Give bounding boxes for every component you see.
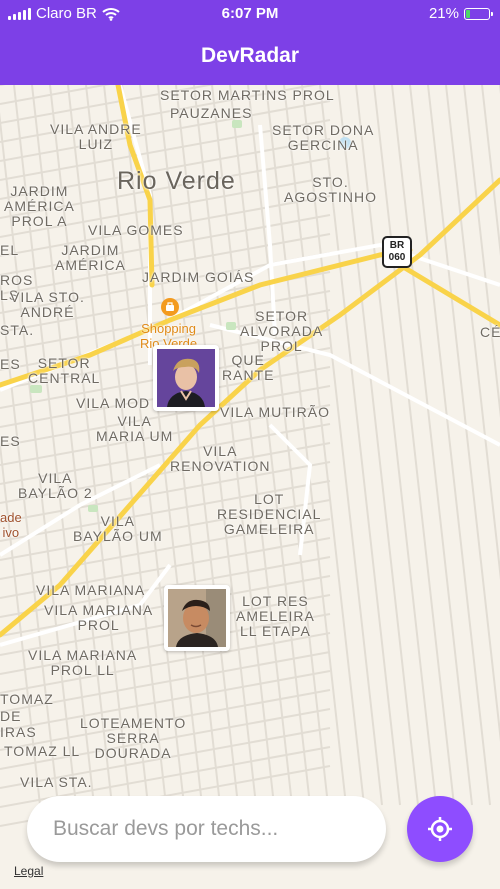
- map-label: ROS: [0, 272, 34, 288]
- map-label: ES: [0, 356, 21, 372]
- map-label: JARDIM AMÉRICA: [55, 242, 126, 273]
- app-title: DevRadar: [200, 44, 300, 67]
- map-label: SETOR CENTRAL: [28, 355, 101, 386]
- map-label: SETOR DONA GERCINA: [272, 122, 375, 153]
- map-label: VILA MARIA UM: [96, 413, 174, 444]
- map-label: QUE RANTE: [222, 352, 275, 383]
- map-label: SETOR ALVORADA PROL: [240, 308, 324, 354]
- avatar: [157, 349, 215, 407]
- legal-link[interactable]: Legal: [14, 864, 43, 878]
- map-label: VILA MUTIRÃO: [220, 404, 331, 420]
- map-label: VILA ANDRE LUIZ: [50, 121, 142, 152]
- highway-shield: BR 060: [382, 236, 412, 268]
- dev-marker-2[interactable]: [164, 585, 230, 651]
- battery-icon: [464, 7, 493, 20]
- map-label: STA.: [0, 322, 35, 338]
- map-label: VILA GOMES: [88, 222, 184, 238]
- map-label: TOMAZ: [0, 691, 54, 707]
- shopping-bag-icon[interactable]: [161, 298, 179, 316]
- dev-marker-1[interactable]: [153, 345, 219, 411]
- map-label: VILA BAYLÃO UM: [73, 513, 163, 544]
- map-label: VILA STA.: [20, 774, 93, 790]
- map-label: VILA MARIANA: [36, 582, 146, 598]
- map-label: ES: [0, 433, 21, 449]
- map-label: VILA MARIANA PROL: [44, 602, 154, 633]
- avatar: [168, 589, 226, 647]
- poi-label-partial: ade ivo: [0, 510, 22, 540]
- map-label: PAUZANES: [170, 105, 253, 121]
- map-label: LOT RESIDENCIAL GAMELEIRA: [217, 491, 322, 537]
- search-input[interactable]: [27, 796, 386, 862]
- map-label: VILA STO. ANDRÉ: [10, 289, 85, 320]
- map-label: SETOR MARTINS PROL: [160, 87, 335, 103]
- map-label: LOTEAMENTO SERRA DOURADA: [80, 715, 187, 761]
- app-header: DevRadar: [0, 28, 500, 85]
- map-label: VILA MOD: [76, 395, 151, 411]
- map-label: JARDIM GOIÁS: [142, 269, 255, 285]
- status-time: 6:07 PM: [221, 5, 279, 22]
- map-label: CÉ: [480, 324, 500, 340]
- gps-crosshair-icon: [428, 817, 452, 841]
- map-label: STO. AGOSTINHO: [284, 174, 378, 205]
- map-view[interactable]: SETOR MARTINS PROL PAUZANES VILA ANDRE L…: [0, 85, 500, 889]
- locate-button[interactable]: [407, 796, 473, 862]
- map-label: VILA RENOVATION: [170, 443, 271, 474]
- map-label: EL: [0, 242, 20, 258]
- map-label: IRAS: [0, 724, 37, 740]
- map-label: TOMAZ LL: [4, 743, 81, 759]
- map-label: LOT RES AMELEIRA LL ETAPA: [236, 593, 315, 639]
- map-label: VILA BAYLÃO 2: [18, 470, 93, 501]
- map-label: JARDIM AMÉRICA PROL A: [4, 183, 75, 229]
- battery-percent: 21%: [428, 5, 459, 22]
- map-label: VILA MARIANA PROL LL: [28, 647, 138, 678]
- map-label: DE: [0, 708, 22, 724]
- status-bar: Claro BR 6:07 PM 21%: [0, 0, 500, 28]
- map-city-label: Rio Verde: [117, 167, 236, 195]
